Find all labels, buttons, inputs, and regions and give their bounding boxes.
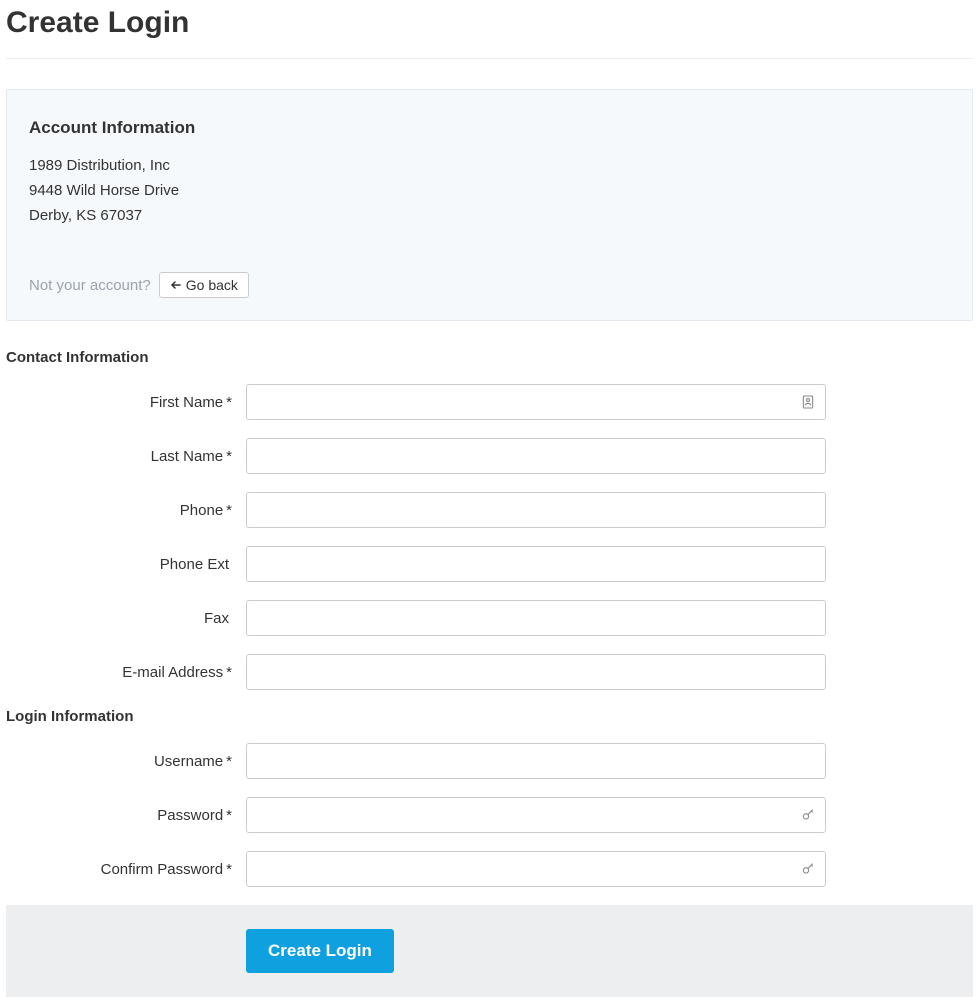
login-section-heading: Login Information bbox=[6, 708, 973, 725]
arrow-left-icon bbox=[170, 279, 182, 291]
username-label: Username* bbox=[6, 753, 246, 770]
create-login-button[interactable]: Create Login bbox=[246, 929, 394, 973]
last-name-input[interactable] bbox=[246, 438, 826, 474]
account-city-state-zip: Derby, KS 67037 bbox=[29, 204, 950, 229]
go-back-button[interactable]: Go back bbox=[159, 272, 249, 298]
phone-input[interactable] bbox=[246, 492, 826, 528]
email-input[interactable] bbox=[246, 654, 826, 690]
not-your-account-text: Not your account? bbox=[29, 277, 151, 294]
last-name-label: Last Name* bbox=[6, 448, 246, 465]
email-label: E-mail Address* bbox=[6, 664, 246, 681]
phone-label: Phone* bbox=[6, 502, 246, 519]
go-back-label: Go back bbox=[186, 277, 238, 293]
fax-label: Fax bbox=[6, 610, 246, 627]
account-company: 1989 Distribution, Inc bbox=[29, 154, 950, 179]
phone-ext-input[interactable] bbox=[246, 546, 826, 582]
fax-input[interactable] bbox=[246, 600, 826, 636]
confirm-password-label: Confirm Password* bbox=[6, 861, 246, 878]
password-label: Password* bbox=[6, 807, 246, 824]
phone-ext-label: Phone Ext bbox=[6, 556, 246, 573]
confirm-password-input[interactable] bbox=[246, 851, 826, 887]
first-name-label: First Name* bbox=[6, 394, 246, 411]
account-street: 9448 Wild Horse Drive bbox=[29, 179, 950, 204]
page-title: Create Login bbox=[6, 6, 973, 40]
button-bar: Create Login bbox=[6, 905, 973, 997]
account-info-heading: Account Information bbox=[29, 118, 950, 138]
password-input[interactable] bbox=[246, 797, 826, 833]
account-info-panel: Account Information 1989 Distribution, I… bbox=[6, 89, 973, 321]
first-name-input[interactable] bbox=[246, 384, 826, 420]
username-input[interactable] bbox=[246, 743, 826, 779]
contact-section-heading: Contact Information bbox=[6, 349, 973, 366]
title-divider bbox=[6, 58, 973, 59]
